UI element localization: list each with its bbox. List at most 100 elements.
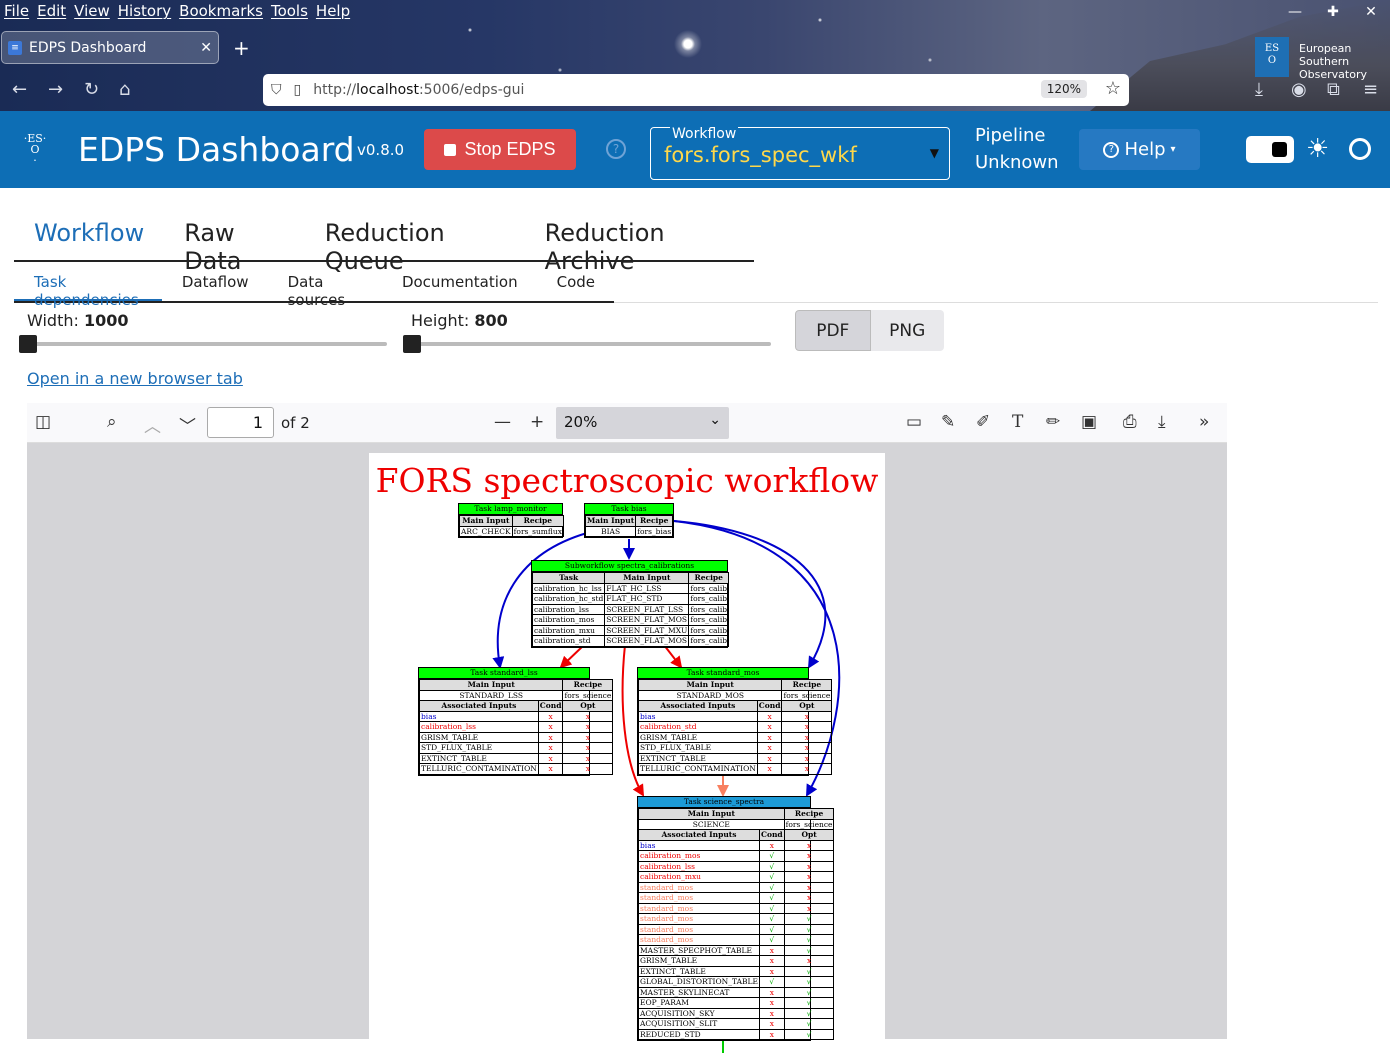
cell: standard_mos	[638, 913, 760, 925]
downloads-icon[interactable]: ⤓	[1255, 79, 1263, 100]
draw-icon[interactable]: ✏	[1046, 412, 1060, 432]
reload-icon[interactable]: ↻	[84, 79, 99, 100]
cell: fors_calib	[688, 635, 730, 647]
signature-icon[interactable]: ✎	[941, 412, 955, 432]
width-slider-track[interactable]	[27, 342, 387, 346]
cell: x	[758, 986, 785, 998]
cell: x	[562, 742, 614, 754]
width-slider-handle[interactable]	[19, 335, 37, 353]
zoom-select[interactable]: 20% ⌄	[556, 407, 729, 439]
cell: x	[758, 965, 785, 977]
cell: standard_mos	[638, 892, 760, 904]
tab-documentation[interactable]: Documentation	[382, 262, 537, 301]
app-menu-icon[interactable]: ≡	[1363, 79, 1378, 100]
cell: x	[756, 742, 783, 754]
node-title: Task standard_mos	[638, 668, 808, 679]
tab-reduction-queue[interactable]: Reduction Queue	[305, 207, 525, 275]
print-icon[interactable]: ⎙	[1123, 412, 1137, 432]
cell: fors_science	[781, 689, 833, 701]
image-icon[interactable]: ▣	[1081, 412, 1097, 432]
new-tab-icon[interactable]: +	[233, 36, 250, 60]
browser-tab[interactable]: ≡ EDPS Dashboard ✕	[1, 31, 219, 64]
tab-task-dependencies[interactable]: Task dependencies	[14, 262, 162, 309]
cell: x	[537, 763, 564, 775]
stop-edps-button[interactable]: Stop EDPS	[424, 129, 576, 170]
menu-bookmarks[interactable]: Bookmarks	[175, 0, 267, 24]
comment-icon[interactable]: ▭	[906, 412, 922, 432]
chevron-down-icon[interactable]: ﹀	[179, 412, 196, 437]
sidebar-toggle-icon[interactable]: ◫	[35, 412, 51, 432]
minimize-icon[interactable]: —	[1276, 0, 1314, 24]
close-tab-icon[interactable]: ✕	[200, 40, 212, 56]
cell: x	[783, 881, 835, 893]
maximize-icon[interactable]: ✚	[1314, 0, 1352, 24]
contrast-icon[interactable]	[1349, 138, 1371, 160]
png-button[interactable]: PNG	[871, 310, 945, 351]
cell: x	[783, 871, 835, 883]
menu-history[interactable]: History	[114, 0, 175, 24]
menu-view[interactable]: View	[70, 0, 114, 24]
home-icon[interactable]: ⌂	[119, 79, 130, 100]
cell: x	[781, 742, 833, 754]
col-header: Recipe	[781, 679, 833, 691]
cell: x	[756, 721, 783, 733]
highlight-icon[interactable]: ✐	[976, 412, 990, 432]
close-window-icon[interactable]: ✕	[1352, 0, 1390, 24]
tab-raw-data[interactable]: Raw Data	[164, 207, 305, 275]
height-slider-handle[interactable]	[403, 335, 421, 353]
cell: calibration_mxu	[638, 871, 760, 883]
chevron-up-icon[interactable]: ︿	[144, 412, 161, 437]
search-icon[interactable]: ⌕	[107, 412, 117, 432]
url-bar[interactable]: ⛉ ▯ http://localhost:5006/edps-gui 120% …	[263, 74, 1129, 106]
col-header: Associated Inputs	[419, 700, 539, 712]
page-icon: ▯	[293, 82, 302, 98]
tab-workflow[interactable]: Workflow	[14, 207, 164, 260]
zoom-in-icon[interactable]: +	[530, 412, 544, 432]
extensions-icon[interactable]: ⧉	[1327, 79, 1340, 100]
node-table: Main Input Recipe STANDARD_MOS fors_scienc…	[637, 679, 833, 775]
menu-help[interactable]: Help	[312, 0, 354, 24]
more-tools-icon[interactable]: »	[1199, 412, 1209, 432]
table-row: MASTER_SPECPHOT_TABLE x √	[638, 944, 835, 956]
shield-icon[interactable]: ⛉	[271, 82, 282, 98]
account-icon[interactable]: ◉	[1291, 79, 1307, 100]
tab-code[interactable]: Code	[537, 262, 614, 301]
forward-icon[interactable]: →	[48, 79, 63, 100]
col-header: Main Input	[604, 572, 690, 584]
theme-toggle[interactable]	[1246, 136, 1294, 163]
url-path: :5006/edps-gui	[418, 82, 525, 98]
back-icon[interactable]: ←	[12, 79, 27, 100]
col-header: Recipe	[688, 572, 730, 584]
tab-dataflow[interactable]: Dataflow	[162, 262, 268, 301]
menu-file[interactable]: File	[0, 0, 33, 24]
zoom-out-icon[interactable]: —	[494, 412, 511, 432]
height-slider-track[interactable]	[411, 342, 771, 346]
caret-down-icon: ▾	[1170, 144, 1176, 155]
help-button[interactable]: ? Help ▾	[1079, 129, 1200, 170]
cell: MASTER_SPECPHOT_TABLE	[638, 944, 760, 956]
cell: x	[783, 955, 835, 967]
workflow-select[interactable]: Workflow fors.fors_spec_wkf ▼	[650, 126, 950, 180]
node-bias: Task bias Main Input Recipe BIAS fors_bias	[584, 503, 674, 538]
node-spectra-calibrations: Subworkflow spectra_calibrations Task Mai…	[531, 560, 730, 648]
cell: x	[562, 721, 614, 733]
cell: √	[783, 1018, 835, 1030]
text-icon[interactable]: T	[1012, 412, 1023, 432]
cell: EXTINCT_TABLE	[419, 752, 539, 764]
question-icon[interactable]: ?	[606, 139, 626, 159]
bookmark-star-icon[interactable]: ☆	[1105, 78, 1121, 99]
zoom-badge[interactable]: 120%	[1040, 80, 1087, 98]
tab-reduction-archive[interactable]: Reduction Archive	[525, 207, 754, 275]
cell: bias	[419, 710, 539, 722]
open-new-tab-link[interactable]: Open in a new browser tab	[27, 369, 243, 388]
tab-data-sources[interactable]: Data sources	[268, 262, 382, 309]
version-label: v0.8.0	[357, 141, 405, 159]
cell: x	[781, 710, 833, 722]
menu-edit[interactable]: Edit	[33, 0, 70, 24]
stop-icon	[444, 143, 457, 156]
save-icon[interactable]: ⤓	[1158, 412, 1166, 432]
menu-tools[interactable]: Tools	[267, 0, 312, 24]
page-number-input[interactable]: 1	[207, 407, 274, 438]
pdf-button[interactable]: PDF	[795, 310, 871, 351]
cell: √	[783, 934, 835, 946]
